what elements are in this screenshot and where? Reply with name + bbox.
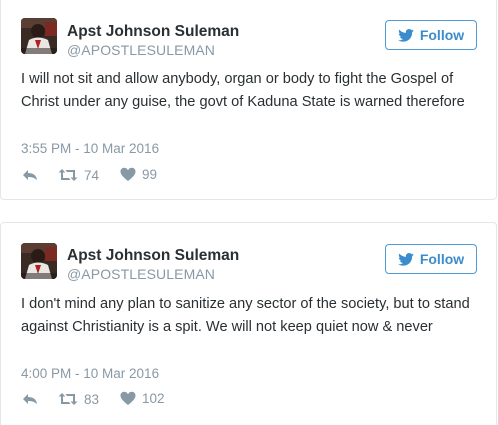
author-handle[interactable]: @APOSTLESULEMAN — [67, 266, 215, 282]
like-button[interactable]: 99 — [120, 167, 157, 182]
twitter-bird-icon — [398, 252, 414, 266]
avatar-photo — [21, 18, 57, 54]
retweet-icon — [58, 393, 78, 405]
follow-label: Follow — [419, 251, 465, 267]
follow-button[interactable]: Follow — [385, 20, 477, 50]
author-name[interactable]: Apst Johnson Suleman — [67, 23, 239, 41]
retweet-count: 83 — [84, 391, 100, 407]
author-handle[interactable]: @APOSTLESULEMAN — [67, 42, 215, 58]
tweet-timestamp[interactable]: 4:00 PM - 10 Mar 2016 — [21, 366, 159, 381]
embedded-tweet: Apst Johnson Suleman @APOSTLESULEMAN Fol… — [0, 0, 497, 200]
retweet-button[interactable]: 74 — [58, 167, 99, 183]
follow-label: Follow — [419, 27, 465, 43]
reply-button[interactable] — [21, 391, 39, 407]
retweet-count: 74 — [84, 167, 100, 183]
heart-icon — [120, 167, 136, 181]
tweet-actions: 74 99 — [1, 167, 496, 187]
retweet-button[interactable]: 83 — [58, 391, 99, 407]
embedded-tweet: Apst Johnson Suleman @APOSTLESULEMAN Fol… — [0, 222, 497, 425]
retweet-icon — [58, 169, 78, 181]
like-count: 99 — [142, 167, 158, 182]
like-count: 102 — [142, 391, 165, 406]
reply-icon — [23, 170, 37, 180]
tweet-timestamp[interactable]: 3:55 PM - 10 Mar 2016 — [21, 141, 159, 156]
twitter-bird-icon — [398, 28, 414, 42]
avatar[interactable] — [21, 243, 57, 279]
tweet-actions: 83 102 — [1, 391, 496, 411]
avatar[interactable] — [21, 18, 57, 54]
tweet-text: I will not sit and allow anybody, organ … — [21, 71, 465, 110]
reply-icon — [23, 394, 37, 404]
like-button[interactable]: 102 — [120, 391, 165, 406]
tweet-text: I don't mind any plan to sanitize any se… — [21, 296, 470, 335]
heart-icon — [120, 391, 136, 405]
avatar-photo — [21, 243, 57, 279]
reply-button[interactable] — [21, 167, 39, 183]
author-name[interactable]: Apst Johnson Suleman — [67, 247, 239, 265]
follow-button[interactable]: Follow — [385, 244, 477, 274]
